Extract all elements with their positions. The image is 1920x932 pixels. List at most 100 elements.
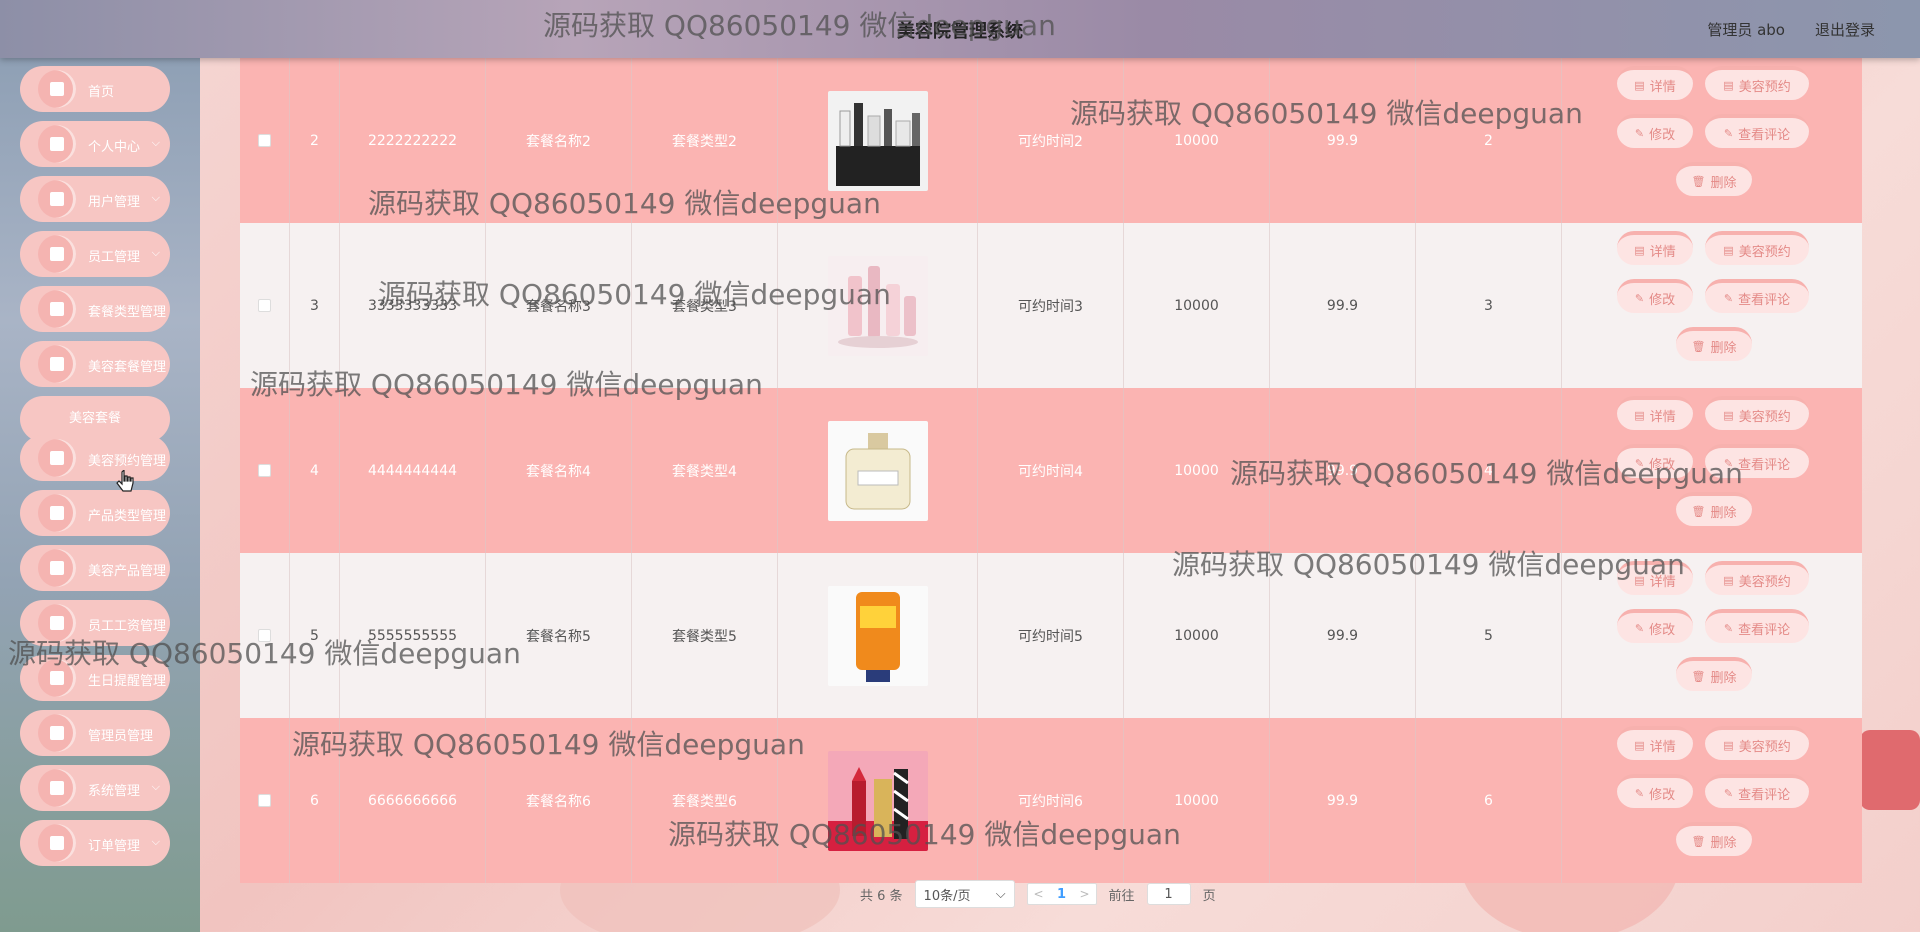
package-type: 套餐类型6: [632, 718, 778, 883]
detail-button[interactable]: ▤ 详情: [1617, 396, 1693, 430]
button-label: 详情: [1649, 244, 1676, 260]
delete-button[interactable]: 🗑 删除: [1676, 162, 1752, 196]
row-index: 2: [290, 58, 340, 223]
pencil-icon: ✎: [1723, 456, 1734, 470]
review-button[interactable]: ✎ 查看评论: [1705, 444, 1809, 478]
sidebar-item-label: 首页: [88, 85, 115, 100]
pencil-icon: ✎: [1634, 786, 1645, 800]
available-time: 可约时间6: [978, 718, 1124, 883]
package-price: 10000: [1124, 718, 1270, 883]
detail-button[interactable]: ▤ 详情: [1617, 726, 1693, 760]
sidebar-item[interactable]: 美容产品管理: [20, 545, 170, 591]
icon-glyph: [50, 302, 64, 316]
package-image-cell: [778, 553, 978, 718]
package-count: 5: [1416, 553, 1562, 718]
sidebar-item[interactable]: 员工工资管理: [20, 600, 170, 646]
delete-button[interactable]: 🗑 删除: [1676, 822, 1752, 856]
page-size-select[interactable]: 10条/页 ⌵: [914, 880, 1015, 908]
document-icon: ▤: [1634, 573, 1645, 587]
review-button[interactable]: ✎ 查看评论: [1705, 609, 1809, 643]
row-index: 4: [290, 388, 340, 553]
page-number[interactable]: 1: [1050, 887, 1074, 902]
page-size-value: 10条/页: [923, 888, 971, 904]
sidebar-item-label: 员工工资管理: [88, 619, 167, 634]
row-checkbox[interactable]: [258, 464, 271, 477]
page-nav: < 1 >: [1026, 883, 1097, 905]
chevron-down-icon: ⌵: [151, 136, 160, 149]
checkbox-cell: [240, 58, 290, 223]
logout-link[interactable]: 退出登录: [1815, 19, 1875, 40]
delete-button[interactable]: 🗑 删除: [1676, 492, 1752, 526]
prev-page-icon[interactable]: <: [1028, 887, 1050, 901]
sidebar-item[interactable]: 美容预约管理: [20, 435, 170, 481]
button-label: 删除: [1710, 175, 1737, 191]
page-unit: 页: [1202, 888, 1216, 904]
sidebar-item-label: 产品类型管理: [88, 509, 167, 524]
detail-button[interactable]: ▤ 详情: [1617, 66, 1693, 100]
sidebar-item-label: 套餐类型管理: [88, 305, 167, 320]
goto-page-input[interactable]: [1146, 883, 1191, 905]
sidebar-item[interactable]: 产品类型管理: [20, 490, 170, 536]
appoint-button[interactable]: ▤ 美容预约: [1705, 396, 1809, 430]
package-type: 套餐类型3: [632, 223, 778, 388]
package-number: 6666666666: [340, 718, 486, 883]
button-label: 查看评论: [1738, 787, 1791, 803]
review-button[interactable]: ✎ 查看评论: [1705, 774, 1809, 808]
edit-button[interactable]: ✎ 修改: [1617, 774, 1693, 808]
document-icon: ▤: [1634, 408, 1645, 422]
review-button[interactable]: ✎ 查看评论: [1705, 114, 1809, 148]
package-discount: 99.9: [1270, 388, 1416, 553]
icon-glyph: [50, 506, 64, 520]
sidebar-item[interactable]: 生日提醒管理: [20, 655, 170, 701]
package-image: [827, 420, 928, 521]
edit-button[interactable]: ✎ 修改: [1617, 609, 1693, 643]
appoint-button[interactable]: ▤ 美容预约: [1705, 231, 1809, 265]
sidebar-item[interactable]: 首页: [20, 66, 170, 112]
pencil-icon: ✎: [1723, 621, 1734, 635]
sidebar-item[interactable]: 员工管理 ⌵: [20, 231, 170, 277]
row-checkbox[interactable]: [258, 134, 271, 147]
sidebar-item[interactable]: 美容套餐管理: [20, 341, 170, 387]
delete-button[interactable]: 🗑 删除: [1676, 327, 1752, 361]
row-actions: ▤ 详情 ▤ 美容预约 ✎ 修改 ✎ 查看评论 🗑 删除: [1562, 553, 1862, 718]
sidebar-item-label: 订单管理: [88, 839, 141, 854]
edit-button[interactable]: ✎ 修改: [1617, 114, 1693, 148]
row-checkbox[interactable]: [258, 629, 271, 642]
sidebar-item[interactable]: 管理员管理: [20, 710, 170, 756]
sidebar-item[interactable]: 系统管理 ⌵: [20, 765, 170, 811]
button-label: 修改: [1649, 787, 1676, 803]
review-button[interactable]: ✎ 查看评论: [1705, 279, 1809, 313]
delete-button[interactable]: 🗑 删除: [1676, 657, 1752, 691]
package-type: 套餐类型5: [632, 553, 778, 718]
available-time: 可约时间3: [978, 223, 1124, 388]
detail-button[interactable]: ▤ 详情: [1617, 231, 1693, 265]
trash-icon: 🗑: [1691, 339, 1706, 353]
detail-button[interactable]: ▤ 详情: [1617, 561, 1693, 595]
document-icon: ▤: [1723, 408, 1734, 422]
sidebar-item-label: 美容预约管理: [88, 454, 167, 469]
sidebar-item[interactable]: 订单管理 ⌵: [20, 820, 170, 866]
appoint-button[interactable]: ▤ 美容预约: [1705, 66, 1809, 100]
document-icon: ▤: [1723, 738, 1734, 752]
package-image: [827, 750, 928, 851]
appoint-button[interactable]: ▤ 美容预约: [1705, 561, 1809, 595]
package-number: 2222222222: [340, 58, 486, 223]
sidebar-item[interactable]: 套餐类型管理: [20, 286, 170, 332]
sidebar-item[interactable]: 个人中心 ⌵: [20, 121, 170, 167]
row-checkbox[interactable]: [258, 794, 271, 807]
appoint-button[interactable]: ▤ 美容预约: [1705, 726, 1809, 760]
chart-icon: [38, 659, 76, 697]
mouse-pointer-icon: [116, 470, 134, 492]
package-discount: 99.9: [1270, 553, 1416, 718]
sidebar-item[interactable]: 用户管理 ⌵: [20, 176, 170, 222]
package-count: 4: [1416, 388, 1562, 553]
grid-icon: [38, 549, 76, 587]
sidebar-item-label: 生日提醒管理: [88, 674, 167, 689]
edit-button[interactable]: ✎ 修改: [1617, 279, 1693, 313]
icon-glyph: [50, 781, 64, 795]
edit-button[interactable]: ✎ 修改: [1617, 444, 1693, 478]
package-discount: 99.9: [1270, 58, 1416, 223]
row-checkbox[interactable]: [258, 299, 271, 312]
next-page-icon[interactable]: >: [1074, 887, 1096, 901]
button-label: 删除: [1710, 505, 1737, 521]
